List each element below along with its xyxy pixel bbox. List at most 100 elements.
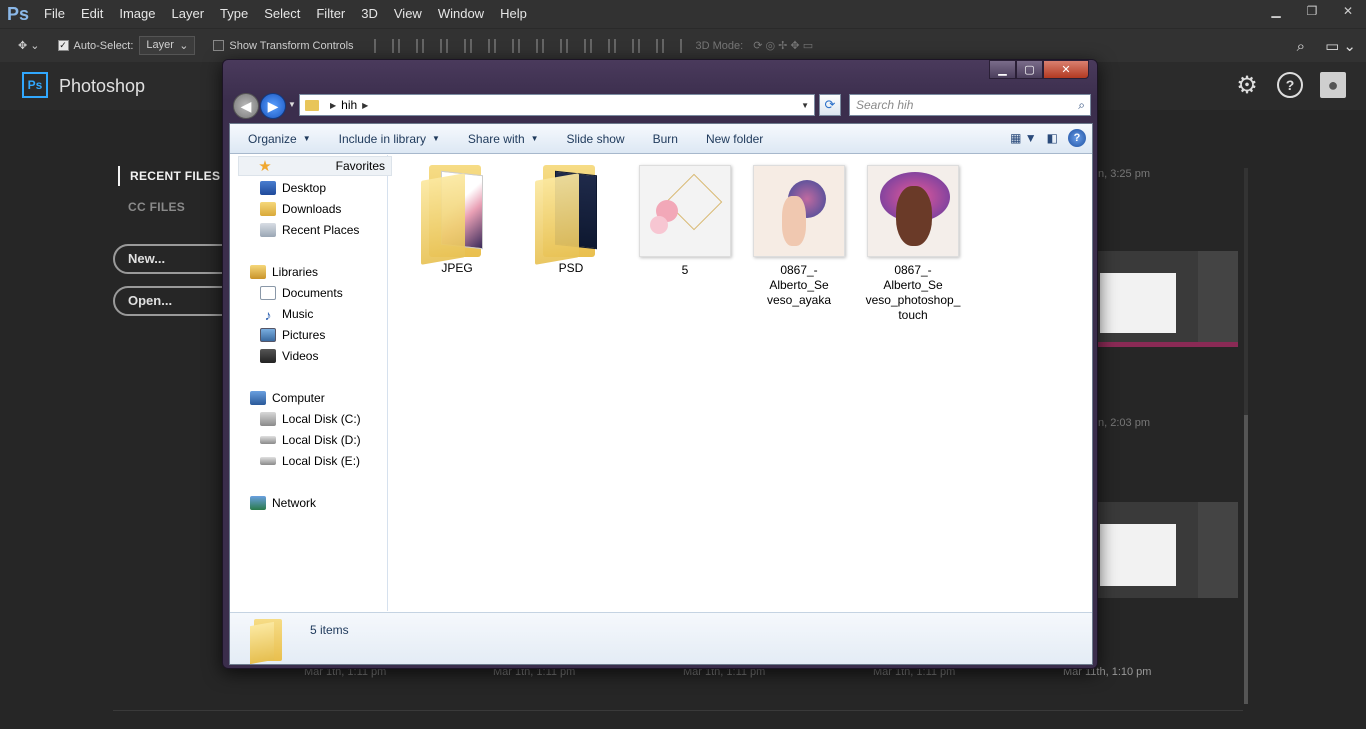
slide-show-button[interactable]: Slide show [549, 132, 635, 146]
refresh-icon[interactable]: ⟳ [819, 94, 841, 116]
tree-documents[interactable]: Documents [260, 283, 343, 303]
thumb-canvas [1100, 273, 1176, 333]
menu-file[interactable]: File [36, 0, 73, 28]
forward-arrow-icon[interactable]: ▶ [260, 93, 286, 119]
align-top-icon[interactable] [373, 38, 394, 53]
menu-view[interactable]: View [386, 0, 430, 28]
new-folder-button[interactable]: New folder [688, 132, 773, 146]
menu-3d[interactable]: 3D [353, 0, 386, 28]
image-thumbnail [639, 165, 731, 257]
tree-disk-d[interactable]: Local Disk (D:) [260, 430, 361, 450]
help-icon[interactable]: ? [1068, 129, 1086, 147]
preview-pane-icon[interactable]: ◧ [1047, 129, 1058, 147]
tree-disk-c[interactable]: Local Disk (C:) [260, 409, 361, 429]
workspace-icon[interactable]: ▭ ⌄ [1325, 37, 1356, 55]
videos-icon [260, 349, 276, 363]
search-input[interactable]: Search hih ⌕ [849, 94, 1091, 116]
file-item[interactable]: 0867_-Alberto_Se veso_ayaka [751, 165, 847, 308]
breadcrumb-arrow-icon[interactable]: ▶ [362, 101, 368, 110]
ps-header-icons: ⚙ ? ● [1217, 72, 1346, 99]
back-arrow-icon[interactable]: ◀ [233, 93, 259, 119]
address-bar[interactable]: ▶ hih ▶ ▼ [299, 94, 815, 116]
address-dropdown-icon[interactable]: ▼ [801, 101, 809, 110]
ps-header-title: Photoshop [59, 76, 146, 96]
include-library-button[interactable]: Include in library ▼ [321, 132, 450, 146]
menu-filter[interactable]: Filter [308, 0, 353, 28]
menu-help[interactable]: Help [492, 0, 535, 28]
align-left-icon[interactable] [445, 38, 466, 53]
tree-libraries[interactable]: Libraries [250, 262, 318, 282]
auto-select-dropdown[interactable]: Layer ⌄ [139, 36, 196, 55]
ps-scrollbar-thumb[interactable] [1244, 415, 1248, 704]
help-icon[interactable]: ? [1277, 72, 1303, 98]
distribute-bottom-icon[interactable] [565, 38, 586, 53]
folder-icon [305, 99, 319, 111]
align-right-icon[interactable] [493, 38, 514, 53]
minimize-icon[interactable]: ▁ [1258, 0, 1294, 22]
options-right-icons: ⌕ ▭ ⌄ [1287, 29, 1366, 63]
gear-icon[interactable]: ⚙ [1234, 72, 1260, 99]
menu-layer[interactable]: Layer [164, 0, 213, 28]
tree-disk-e[interactable]: Local Disk (E:) [260, 451, 360, 471]
tree-computer[interactable]: Computer [250, 388, 325, 408]
burn-button[interactable]: Burn [635, 132, 688, 146]
tree-recent-places[interactable]: Recent Places [260, 220, 359, 240]
nav-recent-files[interactable]: RECENT FILES [118, 166, 220, 186]
tree-label: Libraries [272, 265, 319, 279]
distribute-top-icon[interactable] [517, 38, 538, 53]
search-icon[interactable]: ⌕ [1078, 95, 1085, 115]
tree-videos[interactable]: Videos [260, 346, 318, 366]
menu-edit[interactable]: Edit [73, 0, 111, 28]
tree-label: Local Disk (D:) [282, 433, 361, 447]
auto-align-icon[interactable] [661, 38, 682, 53]
maximize-icon[interactable]: ▢ [1016, 60, 1043, 79]
history-dropdown-icon[interactable]: ▼ [288, 100, 296, 109]
move-tool-icon[interactable]: ✥ ⌄ [18, 39, 40, 52]
ps-menubar: Ps File Edit Image Layer Type Select Fil… [0, 0, 1366, 28]
tree-music[interactable]: ♪ Music [260, 304, 314, 324]
align-hcenter-icon[interactable] [469, 38, 490, 53]
distribute-left-icon[interactable] [589, 38, 610, 53]
file-item[interactable]: 0867_-Alberto_Se veso_photoshop_ touch [865, 165, 961, 323]
tree-desktop[interactable]: Desktop [260, 178, 326, 198]
share-with-button[interactable]: Share with ▼ [450, 132, 549, 146]
menu-select[interactable]: Select [256, 0, 308, 28]
transform-controls-checkbox[interactable]: Show Transform Controls [213, 40, 354, 52]
recent-file-thumbnail[interactable] [1098, 502, 1238, 598]
file-item[interactable]: JPEG [409, 165, 505, 276]
tree-label: Videos [282, 349, 319, 363]
minimize-icon[interactable]: ▁ [989, 60, 1016, 79]
user-avatar-icon[interactable]: ● [1320, 72, 1346, 98]
file-item[interactable]: PSD [523, 165, 619, 276]
image-thumbnail [867, 165, 959, 257]
share-label: Share with [467, 131, 525, 146]
breadcrumb-arrow-icon[interactable]: ▶ [330, 101, 336, 110]
close-icon[interactable]: ✕ [1043, 60, 1089, 79]
distribute-hcenter-icon[interactable] [613, 38, 634, 53]
distribute-right-icon[interactable] [637, 38, 658, 53]
align-vcenter-icon[interactable] [397, 38, 418, 53]
nav-cc-files[interactable]: CC FILES [118, 197, 220, 217]
view-options-icon[interactable]: ▦ ▼ [1010, 129, 1037, 147]
auto-select-checkbox[interactable]: ✓ Auto-Select: [57, 40, 133, 52]
align-bottom-icon[interactable] [421, 38, 442, 53]
ps-logo-icon: Ps [22, 72, 48, 98]
menu-image[interactable]: Image [111, 0, 163, 28]
tree-pictures[interactable]: Pictures [260, 325, 325, 345]
menu-window[interactable]: Window [430, 0, 492, 28]
downloads-folder-icon [260, 202, 276, 216]
close-icon[interactable]: ✕ [1330, 0, 1366, 22]
organize-button[interactable]: Organize ▼ [230, 132, 321, 146]
breadcrumb-current[interactable]: hih [341, 98, 357, 112]
menu-type[interactable]: Type [212, 0, 256, 28]
restore-icon[interactable]: ❐ [1294, 0, 1330, 22]
file-item[interactable]: 5 [637, 165, 733, 278]
tree-favorites[interactable]: ★ Favorites [238, 156, 392, 176]
ps-start-nav: RECENT FILES CC FILES [118, 166, 220, 228]
tree-downloads[interactable]: Downloads [260, 199, 341, 219]
recent-file-time: n, 2:03 pm [1098, 417, 1150, 429]
recent-file-thumbnail[interactable] [1098, 251, 1238, 347]
distribute-vcenter-icon[interactable] [541, 38, 562, 53]
tree-network[interactable]: Network [250, 493, 316, 513]
search-icon[interactable]: ⌕ [1297, 38, 1305, 55]
